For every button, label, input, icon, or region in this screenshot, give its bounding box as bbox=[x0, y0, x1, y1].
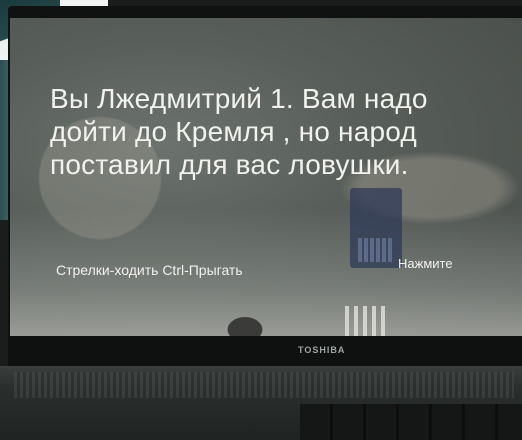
controls-hint: Стрелки-ходить Ctrl-Прыгать bbox=[56, 262, 243, 278]
trap-spikes bbox=[345, 306, 385, 336]
start-button[interactable]: Нажмите bbox=[398, 256, 453, 271]
reflected-calendar bbox=[350, 188, 402, 268]
laptop-brand-bar bbox=[8, 336, 522, 366]
keyboard-keys bbox=[300, 404, 522, 440]
laptop-brand-label: TOSHIBA bbox=[298, 345, 346, 355]
intro-message: Вы Лжедмитрий 1. Вам надо дойти до Кремл… bbox=[50, 83, 428, 180]
player-character bbox=[215, 308, 275, 336]
speaker-grille bbox=[14, 372, 514, 398]
